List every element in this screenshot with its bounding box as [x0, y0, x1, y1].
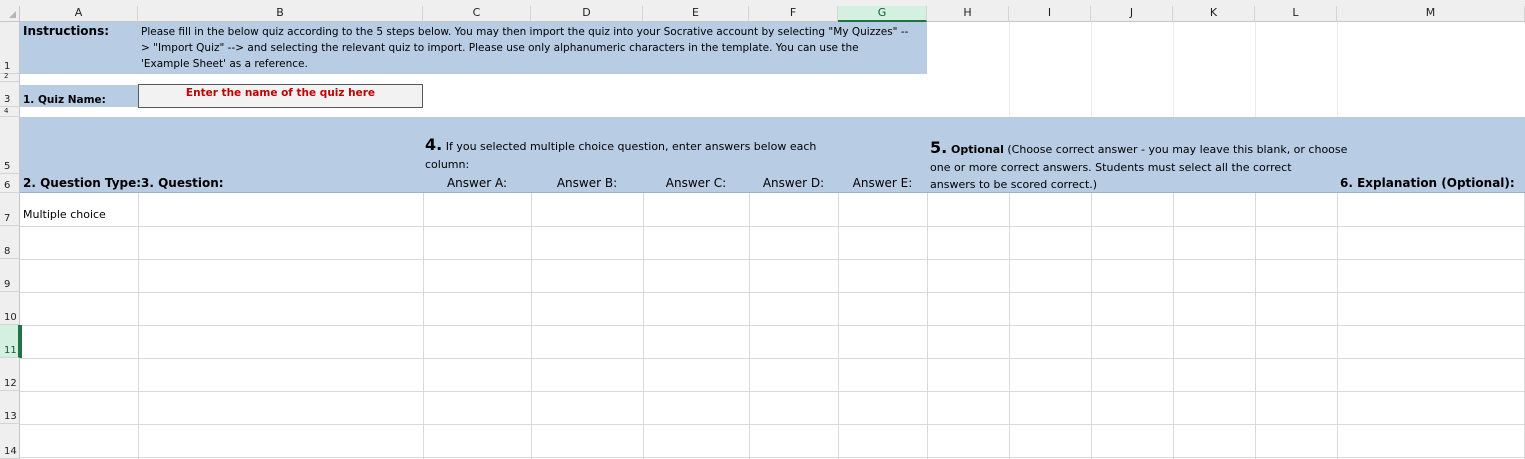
grid-line — [1337, 193, 1338, 459]
column-header-B[interactable]: B — [138, 6, 423, 22]
step4-text-line2: column: — [425, 158, 470, 171]
grid-line — [20, 292, 1525, 293]
step4-text-line1: If you selected multiple choice question… — [442, 140, 817, 153]
quiz-name-input[interactable]: Enter the name of the quiz here — [138, 84, 423, 108]
step5-instructions: 5. Optional (Choose correct answer - you… — [930, 138, 1347, 177]
row-header-6[interactable]: 6 — [0, 174, 20, 193]
row-header-11[interactable]: 11 — [0, 325, 20, 358]
row-header-9[interactable]: 9 — [0, 259, 20, 292]
instructions-line-3: 'Example Sheet' as a reference. — [141, 58, 308, 70]
grid-line — [643, 193, 644, 459]
row-header-10[interactable]: 10 — [0, 292, 20, 325]
step5-text-line2: one or more correct answers. Students mu… — [930, 161, 1292, 174]
grid-line — [20, 424, 1525, 425]
grid-line — [20, 226, 1525, 227]
step5-optional: Optional — [947, 143, 1004, 156]
grid-line — [1009, 193, 1010, 459]
grid-line — [749, 193, 750, 459]
column-header-J[interactable]: J — [1091, 6, 1173, 22]
answer-a-header: Answer A: — [446, 176, 508, 190]
instructions-label: Instructions: — [23, 24, 110, 38]
row-header-7[interactable]: 7 — [0, 193, 20, 226]
column-header-M[interactable]: M — [1337, 6, 1525, 22]
row-header-13[interactable]: 13 — [0, 391, 20, 424]
question-type-cell[interactable]: Multiple choice — [23, 208, 106, 221]
grid-line — [1173, 22, 1174, 117]
grid-line — [1255, 22, 1256, 117]
grid-line — [20, 259, 1525, 260]
grid-line — [927, 193, 928, 459]
grid-line — [20, 358, 1525, 359]
grid-line — [20, 391, 1525, 392]
quiz-name-placeholder: Enter the name of the quiz here — [185, 87, 376, 99]
active-row-indicator — [20, 325, 22, 358]
column-header-I[interactable]: I — [1009, 6, 1091, 22]
answer-d-header: Answer D: — [762, 176, 825, 190]
grid-line — [1337, 22, 1338, 117]
column-header-F[interactable]: F — [749, 6, 838, 22]
answer-c-header: Answer C: — [665, 176, 727, 190]
row-header-14[interactable]: 14 — [0, 424, 20, 459]
grid-line — [1091, 193, 1092, 459]
row-header-4[interactable]: 4 — [0, 107, 20, 117]
grid-line — [1009, 22, 1010, 117]
grid-line — [423, 193, 424, 459]
column-header-D[interactable]: D — [531, 6, 643, 22]
row-header-1[interactable]: 1 — [0, 22, 20, 74]
question-header: 3. Question: — [141, 176, 224, 190]
grid-line — [838, 193, 839, 459]
row-header-12[interactable]: 12 — [0, 358, 20, 391]
step4-instructions: 4. If you selected multiple choice quest… — [425, 136, 925, 174]
instructions-line-2: > "Import Quiz" --> and selecting the re… — [141, 42, 859, 54]
column-header-A[interactable]: A — [20, 6, 138, 22]
select-all-corner[interactable] — [0, 6, 20, 22]
explanation-header: 6. Explanation (Optional): — [1340, 176, 1515, 190]
row-header-3[interactable]: 3 — [0, 82, 20, 107]
step5-text-line1: (Choose correct answer - you may leave t… — [1003, 143, 1348, 156]
instructions-line-1: Please fill in the below quiz according … — [141, 26, 909, 38]
answer-b-header: Answer B: — [556, 176, 618, 190]
column-header-C[interactable]: C — [423, 6, 531, 22]
grid-line — [531, 193, 532, 459]
grid-line — [1255, 193, 1256, 459]
grid-line — [20, 457, 1525, 458]
step4-number: 4. — [425, 135, 443, 154]
step5-number: 5. — [930, 138, 948, 157]
instructions-text: Please fill in the below quiz according … — [141, 24, 927, 72]
spreadsheet: A B C D E F G H I J K L M 1 2 3 4 5 6 7 … — [0, 0, 1525, 459]
column-header-H[interactable]: H — [927, 6, 1009, 22]
grid-line — [1091, 22, 1092, 117]
column-header-L[interactable]: L — [1255, 6, 1337, 22]
step5-text-line3: answers to be scored correct.) — [930, 178, 1098, 191]
row-header-2[interactable]: 2 — [0, 72, 20, 82]
row-header-8[interactable]: 8 — [0, 226, 20, 259]
row-header-5[interactable]: 5 — [0, 117, 20, 174]
grid-line — [138, 193, 139, 459]
answer-e-header: Answer E: — [852, 176, 913, 190]
question-type-header: 2. Question Type: — [23, 176, 142, 190]
grid-line — [20, 325, 1525, 326]
column-header-E[interactable]: E — [643, 6, 749, 22]
column-header-G[interactable]: G — [838, 6, 927, 22]
column-header-K[interactable]: K — [1173, 6, 1255, 22]
grid-line — [1173, 193, 1174, 459]
quiz-name-label: 1. Quiz Name: — [23, 94, 106, 106]
